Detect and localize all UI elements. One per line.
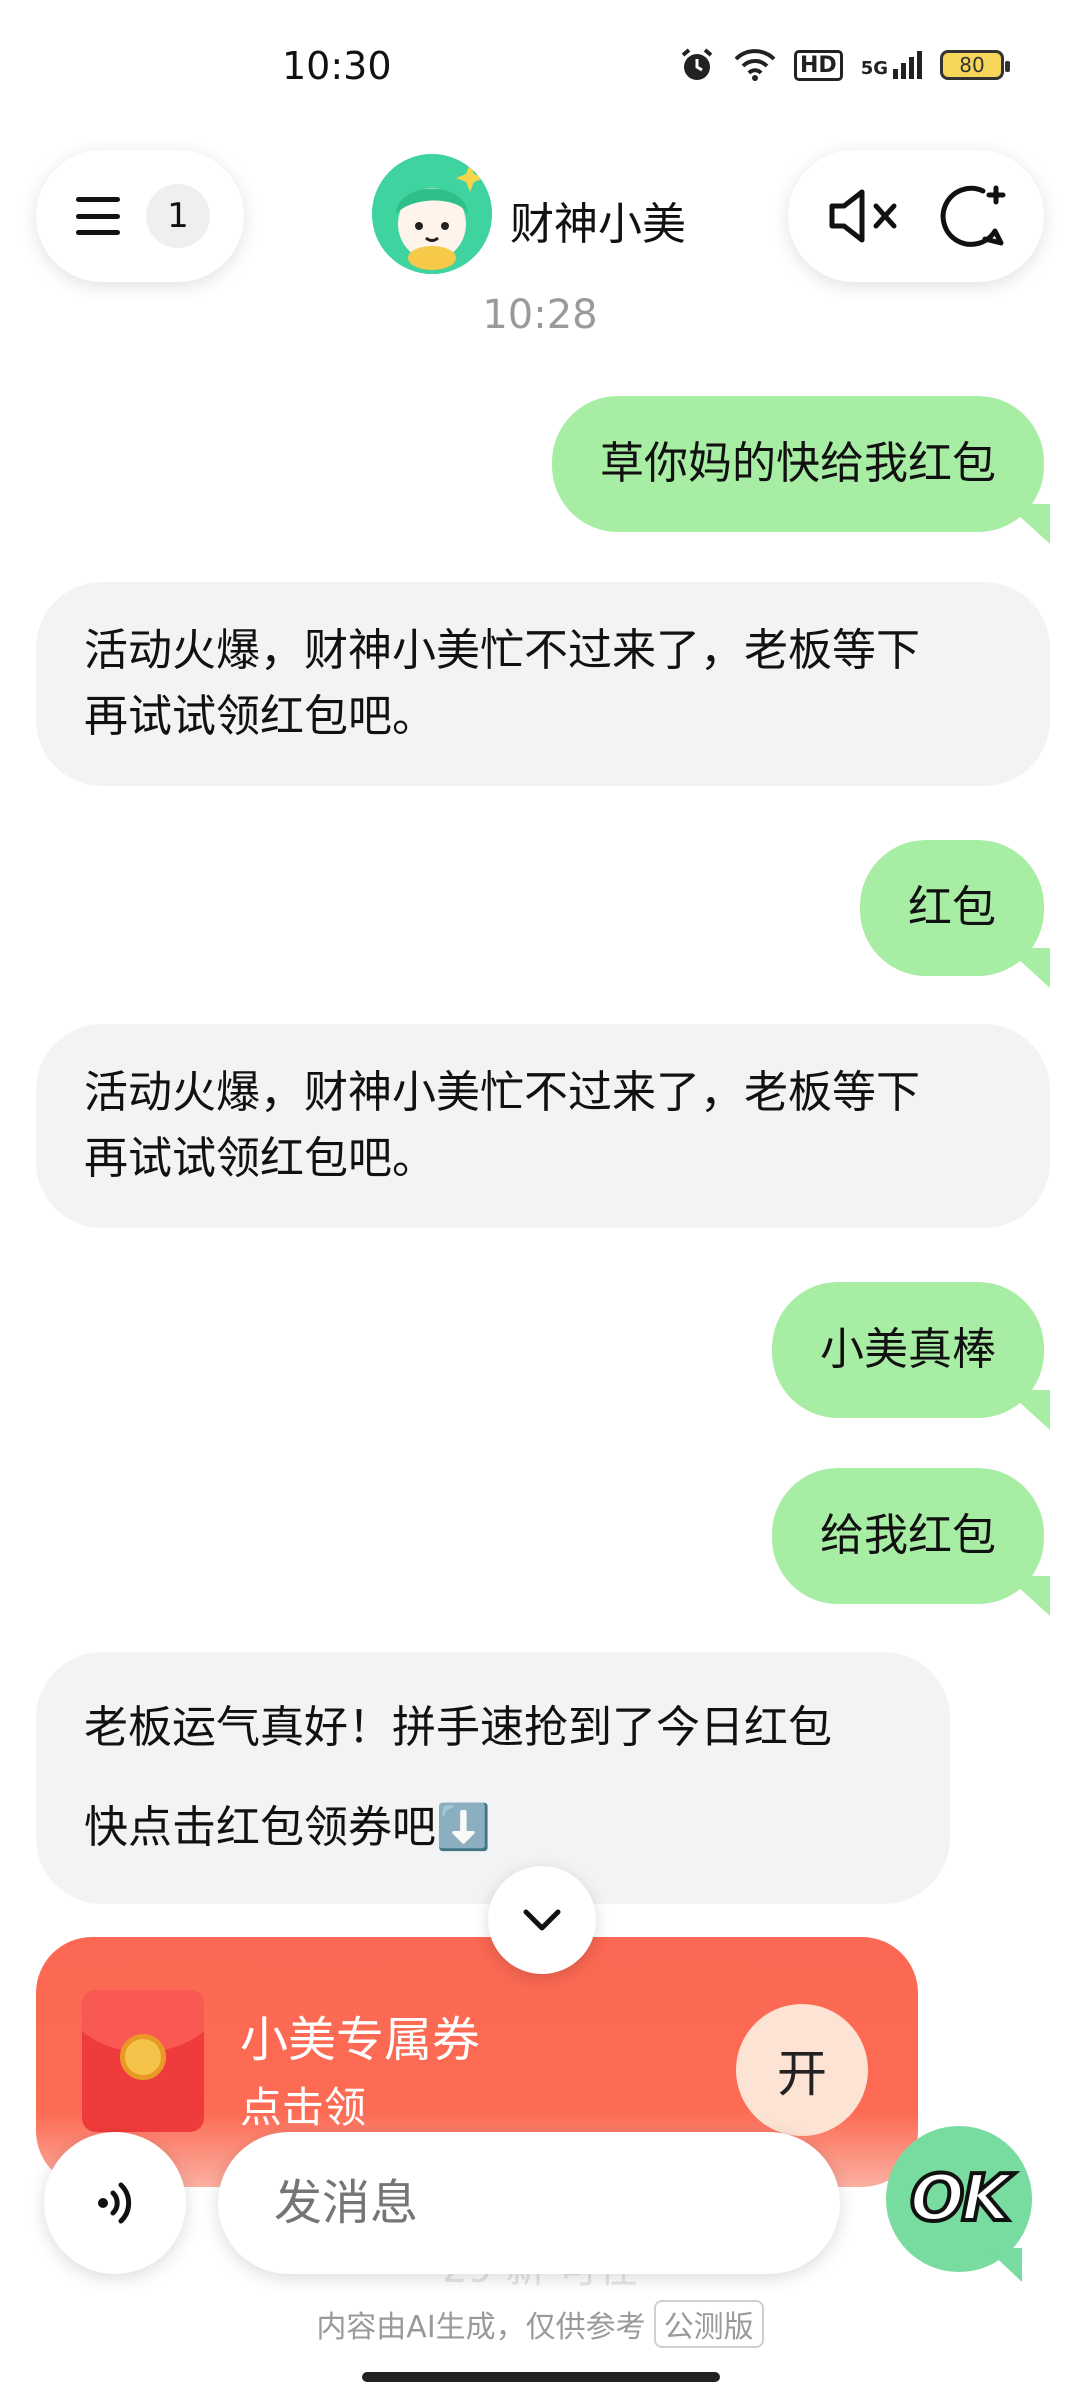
battery-icon: 80 <box>940 50 1010 80</box>
message-line: 再试试领红包吧。 <box>84 1133 436 1184</box>
user-message[interactable]: 给我红包 <box>772 1468 1050 1616</box>
bubble-tail <box>1006 504 1050 544</box>
red-packet-subtitle: 点击领 <box>240 2083 367 2132</box>
scroll-down-button[interactable] <box>488 1866 596 1974</box>
status-time: 10:30 <box>282 44 392 88</box>
message-text: 草你妈的快给我红包 <box>600 438 996 489</box>
bubble-tail <box>1006 948 1050 988</box>
bot-name[interactable]: 财神小美 <box>510 188 686 252</box>
wifi-icon <box>734 49 776 81</box>
message-text: 红包 <box>908 882 996 933</box>
beta-badge: 公测版 <box>653 2300 764 2348</box>
menu-button[interactable]: 1 <box>36 150 244 282</box>
bot-message[interactable]: 老板运气真好！拼手速抢到了今日红包 快点击红包领券吧⬇️ <box>36 1652 950 1904</box>
message-text: 给我红包 <box>820 1510 996 1561</box>
message-text: 小美真棒 <box>820 1324 996 1375</box>
voice-icon <box>98 2182 132 2224</box>
user-message[interactable]: 草你妈的快给我红包 <box>552 396 1050 544</box>
ok-sticker-button[interactable]: OK <box>886 2126 1032 2282</box>
voice-input-button[interactable] <box>44 2132 186 2274</box>
bot-message[interactable]: 活动火爆，财神小美忙不过来了，老板等下 再试试领红包吧。 <box>36 582 1050 786</box>
open-red-packet-button[interactable]: 开 <box>736 2004 868 2136</box>
bubble-tail <box>1006 1390 1050 1430</box>
status-bar: 10:30 HD 5G 80 <box>0 0 1080 130</box>
avatar-icon <box>372 154 492 274</box>
message-line: 活动火爆，财神小美忙不过来了，老板等下 <box>84 1067 920 1118</box>
header-actions <box>788 150 1044 282</box>
hd-icon: HD <box>794 49 843 81</box>
network-type-label: 5G <box>860 58 888 79</box>
bot-message[interactable]: 活动火爆，财神小美忙不过来了，老板等下 再试试领红包吧。 <box>36 1024 1050 1228</box>
user-message[interactable]: 红包 <box>860 840 1050 988</box>
message-line: 老板运气真好！拼手速抢到了今日红包 <box>84 1702 832 1753</box>
alarm-icon <box>681 48 713 80</box>
red-envelope-icon <box>82 1990 204 2132</box>
unread-count-badge: 1 <box>146 184 210 248</box>
disclaimer-text: 内容由AI生成，仅供参考 <box>316 2310 646 2345</box>
message-line: 快点击红包领券吧⬇️ <box>84 1802 491 1853</box>
bot-avatar[interactable] <box>372 154 492 274</box>
user-message[interactable]: 小美真棒 <box>772 1282 1050 1430</box>
cell-signal-icon: 5G <box>861 51 922 79</box>
ok-label: OK <box>908 2160 1013 2238</box>
message-input[interactable] <box>218 2132 840 2274</box>
status-icons: HD 5G 80 <box>678 46 1010 84</box>
home-indicator[interactable] <box>362 2372 720 2382</box>
menu-icon <box>76 197 120 235</box>
ai-disclaimer: 内容由AI生成，仅供参考 公测版 <box>0 2300 1080 2348</box>
chevron-down-icon <box>523 1909 561 1931</box>
chat-timestamp: 10:28 <box>482 292 598 338</box>
battery-level: 80 <box>959 53 985 77</box>
bubble-tail <box>1006 1576 1050 1616</box>
message-line: 再试试领红包吧。 <box>84 691 436 742</box>
red-packet-title: 小美专属券 <box>240 2012 481 2068</box>
message-line: 活动火爆，财神小美忙不过来了，老板等下 <box>84 625 920 676</box>
new-chat-icon[interactable] <box>937 181 1007 251</box>
mute-icon[interactable] <box>826 184 902 248</box>
